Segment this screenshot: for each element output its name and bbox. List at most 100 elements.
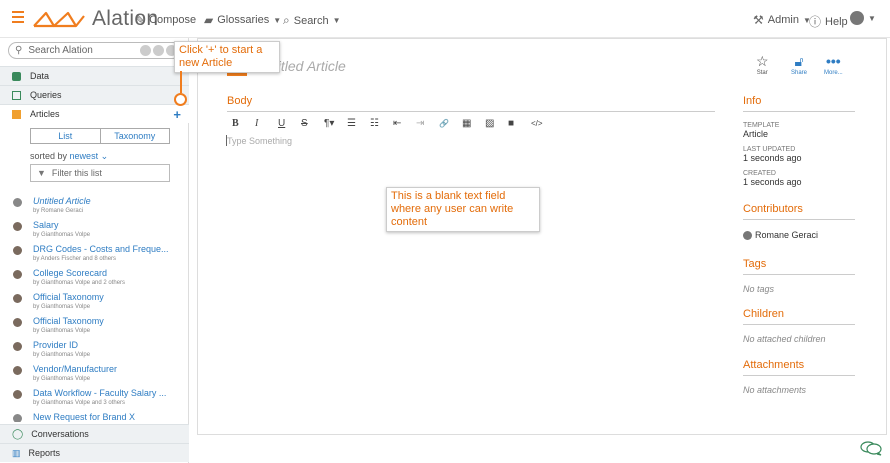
list-item[interactable]: College Scorecard by Gianthomas Volpe and… xyxy=(0,268,189,292)
italic-button[interactable]: I xyxy=(255,118,278,129)
divider xyxy=(743,219,855,220)
more-button[interactable]: ••• More... xyxy=(824,54,843,76)
sort-prefix: sorted by xyxy=(30,151,68,161)
sidebar-item-label: Queries xyxy=(30,90,62,100)
compose-nav[interactable]: ✎ Compose xyxy=(135,13,196,27)
link-button[interactable]: 🔗 xyxy=(439,119,462,128)
tags-heading: Tags xyxy=(743,258,767,270)
view-toggle: List Taxonomy xyxy=(30,128,170,144)
list-item[interactable]: Data Workflow - Faculty Salary ... by Gia… xyxy=(0,388,189,412)
search-input[interactable]: ⚲ Search Alation xyxy=(8,42,181,59)
chat-bubbles-icon[interactable] xyxy=(860,440,882,459)
contributor-item[interactable]: Romane Geraci xyxy=(743,230,818,240)
avatar xyxy=(850,11,864,25)
avatar xyxy=(13,318,22,327)
avatar xyxy=(13,390,22,399)
list-item[interactable]: Provider ID by Gianthomas Volpe xyxy=(0,340,189,364)
indent-button[interactable]: ⇥ xyxy=(416,118,439,129)
item-author: by Gianthomas Volpe xyxy=(33,232,91,238)
attachments-value: No attachments xyxy=(743,385,807,395)
list-item[interactable]: Official Taxonomy by Gianthomas Volpe xyxy=(0,316,189,340)
filter-icon[interactable] xyxy=(140,45,151,56)
contributors-heading: Contributors xyxy=(743,203,803,215)
table-button[interactable]: ▦ xyxy=(462,118,485,129)
search-nav[interactable]: ⌕ Search ▼ xyxy=(283,13,341,28)
item-title: Salary xyxy=(33,220,59,230)
star-label: Star xyxy=(756,70,768,76)
sidebar-item-label: Data xyxy=(30,71,50,81)
code-view-button[interactable]: </> xyxy=(531,119,554,128)
updated-value: 1 seconds ago xyxy=(743,153,802,163)
avatar xyxy=(13,366,22,375)
search-nav-label: Search xyxy=(293,14,329,27)
paragraph-format-button[interactable]: ¶▾ xyxy=(324,118,347,129)
item-author: by Gianthomas Volpe xyxy=(33,304,91,310)
more-label: More... xyxy=(824,70,843,76)
glossaries-nav[interactable]: ▰ Glossaries ▼ xyxy=(204,13,281,27)
sidebar: ⚲ Search Alation Data Queries Articles +… xyxy=(0,38,189,463)
avatar xyxy=(13,222,22,231)
admin-nav[interactable]: ⚒ Admin ▼ xyxy=(753,13,811,27)
video-button[interactable]: ■ xyxy=(508,118,531,129)
list-item[interactable]: New Request for Brand X xyxy=(0,412,189,422)
list-item[interactable]: Salary by Gianthomas Volpe xyxy=(0,220,189,244)
attachments-heading: Attachments xyxy=(743,359,805,371)
chevron-down-icon: ⌄ xyxy=(100,151,109,161)
filter-input[interactable]: ▼ Filter this list xyxy=(30,164,170,182)
list-item[interactable]: Vendor/Manufacturer by Gianthomas Volpe xyxy=(0,364,189,388)
user-menu[interactable]: ▼ xyxy=(850,11,876,25)
bullet-list-button[interactable]: ☰ xyxy=(347,118,370,129)
editor-toolbar: B I U S ¶▾ ☰ ☷ ⇤ ⇥ 🔗 ▦ ▨ ■ </> xyxy=(232,118,554,129)
sidebar-item-conversations[interactable]: ◯ Conversations xyxy=(0,424,189,443)
item-author: by Gianthomas Volpe and 3 others xyxy=(33,400,126,406)
wrench-icon: ⚒ xyxy=(753,13,764,27)
sidebar-item-queries[interactable]: Queries xyxy=(0,85,189,104)
sort-control[interactable]: sorted by newest ⌄ xyxy=(30,151,108,162)
body-text-field[interactable]: Type Something xyxy=(227,136,292,146)
underline-button[interactable]: U xyxy=(278,118,301,129)
strikethrough-button[interactable]: S xyxy=(301,118,324,129)
sidebar-item-data[interactable]: Data xyxy=(0,66,189,85)
avatar xyxy=(13,246,22,255)
item-title: Data Workflow - Faculty Salary ... xyxy=(33,388,167,398)
sort-value: newest xyxy=(69,151,99,161)
created-value: 1 seconds ago xyxy=(743,177,802,187)
sidebar-item-reports[interactable]: ▥ Reports xyxy=(0,443,189,462)
list-item[interactable]: DRG Codes - Costs and Freque... by Anders… xyxy=(0,244,189,268)
children-heading: Children xyxy=(743,308,784,320)
add-article-button[interactable]: + xyxy=(173,107,181,122)
item-title: Vendor/Manufacturer xyxy=(33,364,118,374)
share-button[interactable]: 🔓︎ Share xyxy=(791,54,807,76)
blank-field-callout: This is a blank text field where any use… xyxy=(386,187,540,232)
info-icon: ⓘ xyxy=(809,15,822,29)
avatar xyxy=(743,230,752,240)
filter-icon[interactable] xyxy=(153,45,164,56)
list-item[interactable]: Untitled Article by Romane Geraci xyxy=(0,196,189,220)
divider xyxy=(743,111,855,112)
chat-icon: ◯ xyxy=(12,428,24,440)
search-filter-buttons xyxy=(140,45,177,56)
star-button[interactable]: ☆ Star xyxy=(756,54,769,76)
database-icon xyxy=(12,71,21,81)
sidebar-item-articles[interactable]: Articles + xyxy=(0,104,189,123)
item-title: Provider ID xyxy=(33,340,79,350)
callout-pointer xyxy=(180,71,182,93)
search-placeholder: Search Alation xyxy=(28,45,93,56)
menu-icon[interactable] xyxy=(12,11,24,23)
image-button[interactable]: ▨ xyxy=(485,118,508,129)
avatar xyxy=(13,198,22,207)
outdent-button[interactable]: ⇤ xyxy=(393,118,416,129)
avatar xyxy=(13,294,22,303)
divider xyxy=(743,274,855,275)
sidebar-item-label: Conversations xyxy=(31,429,89,439)
bold-button[interactable]: B xyxy=(232,118,255,129)
item-title: New Request for Brand X xyxy=(33,412,136,422)
item-title: Official Taxonomy xyxy=(33,292,104,302)
book-icon: ▰ xyxy=(204,13,214,27)
taxonomy-tab[interactable]: Taxonomy xyxy=(101,129,170,143)
children-value: No attached children xyxy=(743,334,826,344)
list-tab[interactable]: List xyxy=(31,129,101,143)
numbered-list-button[interactable]: ☷ xyxy=(370,118,393,129)
help-nav[interactable]: ⓘ Help xyxy=(809,13,848,30)
list-item[interactable]: Official Taxonomy by Gianthomas Volpe xyxy=(0,292,189,316)
